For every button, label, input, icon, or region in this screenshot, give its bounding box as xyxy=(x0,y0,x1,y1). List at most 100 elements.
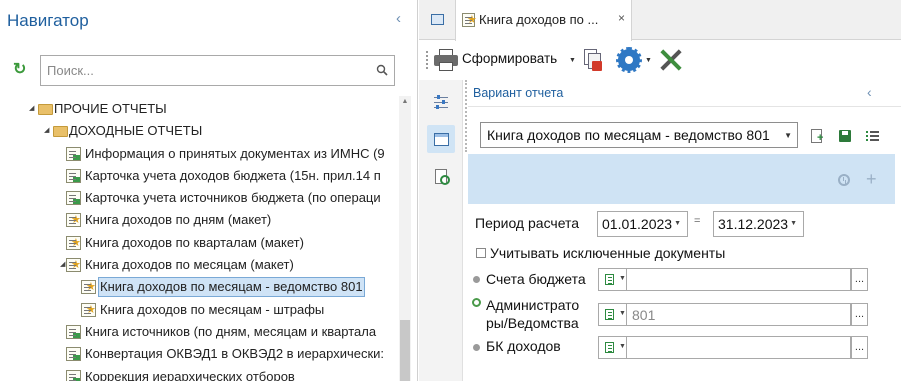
refresh-icon[interactable]: ↻ xyxy=(13,62,29,78)
accounts-label: Счета бюджета xyxy=(486,271,586,287)
save-icon[interactable] xyxy=(838,129,852,143)
tree-item-label: Конвертация ОКВЭД1 в ОКВЭД2 в иерархичес… xyxy=(85,346,385,361)
report-icon xyxy=(66,347,81,361)
report-template-icon xyxy=(66,258,81,272)
folder-icon xyxy=(38,104,53,115)
report-icon xyxy=(66,169,81,183)
gear-icon[interactable] xyxy=(616,47,642,73)
search-input[interactable] xyxy=(41,56,371,85)
chevron-down-icon[interactable]: ▼ xyxy=(784,131,792,140)
tree-select-icon xyxy=(605,274,614,285)
report-icon xyxy=(66,370,81,381)
exclude-docs-checkbox[interactable] xyxy=(476,248,486,258)
tab-home[interactable] xyxy=(419,0,455,40)
param-indicator xyxy=(473,344,480,351)
export-icon[interactable] xyxy=(582,48,604,72)
tab-label: Книга доходов по ... xyxy=(479,12,599,27)
bk-input[interactable] xyxy=(626,336,851,359)
navigator-tree: ◢ ПРОЧИЕ ОТЧЕТЫ ◢ ДОХОДНЫЕ ОТЧЕТЫ Информ… xyxy=(0,96,398,381)
navigator-header: Навигатор ‹ xyxy=(0,0,418,42)
bk-ellipsis-button[interactable]: ... xyxy=(851,336,868,359)
navigator-panel: Навигатор ‹ ↻ ◢ ПРОЧИЕ ОТЧЕТЫ ◢ ДОХОДНЫЕ… xyxy=(0,0,418,381)
tab-bar: Книга доходов по ... × xyxy=(419,0,901,41)
accounts-tree-button[interactable]: ▼ xyxy=(598,268,627,291)
variant-select[interactable]: Книга доходов по месяцам - ведомство 801… xyxy=(480,122,798,148)
date-to-value: 31.12.2023 xyxy=(718,216,789,232)
scroll-thumb[interactable] xyxy=(400,320,410,381)
window-icon xyxy=(431,14,444,25)
print-icon[interactable] xyxy=(434,49,458,71)
admin-label-line1: Администрато xyxy=(486,297,580,313)
admin-input[interactable]: 801 xyxy=(626,303,851,326)
preview-icon[interactable] xyxy=(427,162,455,190)
toolbar: Сформировать ▼ ▼ xyxy=(419,41,901,79)
report-icon xyxy=(66,191,81,205)
tab-income-book[interactable]: Книга доходов по ... × xyxy=(455,0,632,41)
report-template-icon xyxy=(66,213,81,227)
scroll-up-arrow-icon[interactable]: ▲ xyxy=(399,96,411,108)
tools-icon[interactable] xyxy=(659,48,683,72)
panel-icon[interactable] xyxy=(427,125,455,153)
admin-tree-button[interactable]: ▼ xyxy=(598,303,627,326)
folder-icon xyxy=(53,126,68,137)
tree-item-label: Коррекция иерархических отборов xyxy=(85,369,295,381)
date-to-field[interactable]: 31.12.2023 ▼ xyxy=(713,211,804,237)
tree-select-icon xyxy=(605,342,614,353)
chevron-down-icon[interactable]: ▼ xyxy=(674,220,681,227)
generate-button[interactable]: Сформировать xyxy=(462,51,557,66)
plus-icon[interactable]: + xyxy=(866,169,877,190)
tree-item-label: Книга доходов по дням (макет) xyxy=(85,212,272,227)
period-label: Период расчета xyxy=(475,215,580,231)
variant-title: Вариант отчета xyxy=(473,86,564,100)
expand-arrow-icon[interactable]: ◢ xyxy=(29,98,37,120)
report-template-icon xyxy=(462,13,477,27)
tree-select-icon xyxy=(605,309,614,320)
tree-item-label: Карточка учета источников бюджета (по оп… xyxy=(85,190,381,205)
reset-icon[interactable] xyxy=(838,174,850,186)
admin-ellipsis-button[interactable]: ... xyxy=(851,303,868,326)
date-from-field[interactable]: 01.01.2023 ▼ xyxy=(597,211,688,237)
report-icon xyxy=(66,147,81,161)
param-indicator-selected xyxy=(472,298,481,307)
chevron-down-icon: ▼ xyxy=(619,343,626,350)
side-strip xyxy=(419,80,463,381)
panel-grip xyxy=(465,80,468,152)
bk-label: БК доходов xyxy=(486,338,561,354)
report-template-icon xyxy=(81,280,96,294)
collapse-navigator-icon[interactable]: ‹ xyxy=(396,10,401,27)
tree-item-label: Книга доходов по кварталам (макет) xyxy=(85,235,304,250)
admin-label-line2: ры/Ведомства xyxy=(486,315,579,331)
variant-band xyxy=(468,154,895,204)
accounts-input[interactable] xyxy=(626,268,851,291)
expand-arrow-icon[interactable]: ◢ xyxy=(44,120,52,142)
bk-tree-button[interactable]: ▼ xyxy=(598,336,627,359)
tree-item-label: ДОХОДНЫЕ ОТЧЕТЫ xyxy=(69,123,203,138)
chevron-down-icon: ▼ xyxy=(619,310,626,317)
chevron-down-icon: ▼ xyxy=(619,275,626,282)
date-from-value: 01.01.2023 xyxy=(602,216,673,232)
param-indicator xyxy=(473,276,480,283)
toolbar-grip xyxy=(426,51,428,69)
tree-item-label: Книга доходов по месяцам - штрафы xyxy=(100,302,325,317)
tree-item-label: Карточка учета доходов бюджета (15н. при… xyxy=(85,168,381,183)
search-icon[interactable] xyxy=(376,64,388,76)
generate-dropdown-arrow-icon[interactable]: ▼ xyxy=(569,57,576,64)
chevron-down-icon[interactable]: ▼ xyxy=(790,220,797,227)
settings-dropdown-arrow-icon[interactable]: ▼ xyxy=(645,57,652,64)
tree-scrollbar[interactable]: ▲ xyxy=(399,96,411,381)
close-icon[interactable]: × xyxy=(618,11,625,25)
tree-item-label: Информация о принятых документах из ИМНС… xyxy=(85,146,385,161)
list-icon[interactable] xyxy=(866,129,880,143)
range-icon: = xyxy=(694,215,701,227)
add-variant-icon[interactable] xyxy=(810,129,824,143)
tree-item-label: Книга доходов по месяцам (макет) xyxy=(85,257,294,272)
variant-select-value: Книга доходов по месяцам - ведомство 801 xyxy=(487,127,770,143)
collapse-variant-icon[interactable]: ‹ xyxy=(867,84,872,100)
report-template-icon xyxy=(66,236,81,250)
parameters-icon[interactable] xyxy=(427,88,455,116)
accounts-ellipsis-button[interactable]: ... xyxy=(851,268,868,291)
tree-item-label: Книга источников (по дням, месяцам и ква… xyxy=(85,324,377,339)
navigator-title: Навигатор xyxy=(7,11,89,30)
report-template-icon xyxy=(81,303,96,317)
search-box[interactable] xyxy=(40,55,395,86)
